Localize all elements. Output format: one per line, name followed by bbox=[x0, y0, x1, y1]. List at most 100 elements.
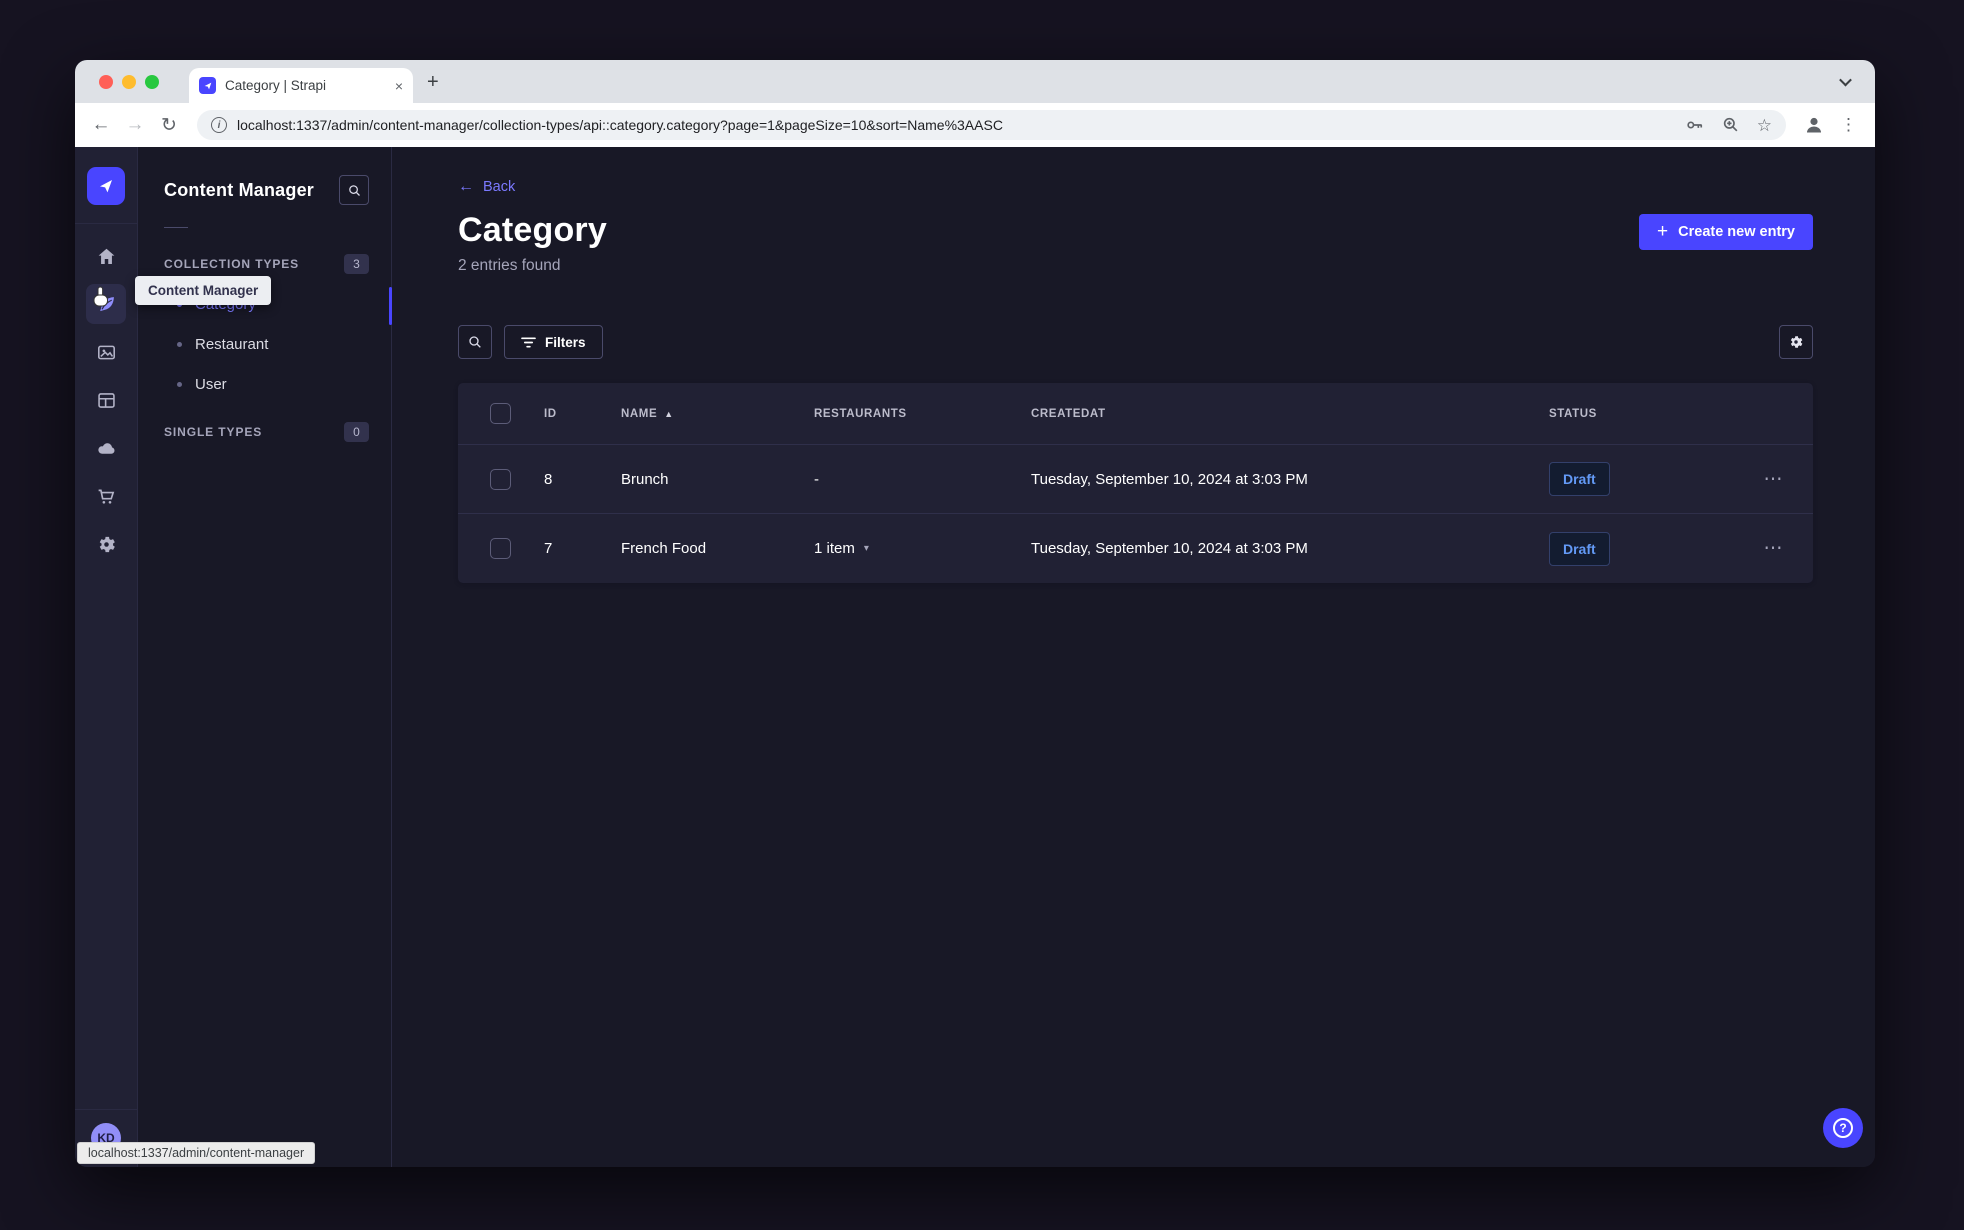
browser-tab-strip: Category | Strapi × + bbox=[75, 60, 1875, 103]
header-id[interactable]: ID bbox=[544, 408, 621, 420]
url-text[interactable]: localhost:1337/admin/content-manager/col… bbox=[237, 117, 1003, 133]
sort-ascending-icon: ▲ bbox=[664, 408, 674, 419]
tab-close-icon[interactable]: × bbox=[395, 78, 403, 94]
page-header: Category 2 entries found + Create new en… bbox=[458, 211, 1813, 275]
collection-types-label: COLLECTION TYPES bbox=[164, 257, 300, 271]
gear-icon bbox=[1790, 336, 1803, 348]
sidebar-item-user[interactable]: User bbox=[164, 364, 369, 404]
row-checkbox[interactable] bbox=[490, 468, 511, 490]
filters-button[interactable]: Filters bbox=[504, 325, 603, 359]
table-search-button[interactable] bbox=[458, 325, 492, 359]
minimize-window-button[interactable] bbox=[122, 74, 136, 89]
profile-avatar-icon[interactable] bbox=[1802, 113, 1826, 137]
cloud-icon bbox=[97, 442, 115, 454]
header-restaurants[interactable]: RESTAURANTS bbox=[814, 408, 1031, 420]
subnav-title: Content Manager bbox=[164, 179, 315, 200]
media-library-icon bbox=[97, 345, 115, 359]
passwords-key-icon[interactable] bbox=[1685, 115, 1705, 135]
close-window-button[interactable] bbox=[99, 74, 113, 89]
subnav-header: Content Manager bbox=[164, 175, 369, 205]
main-content: ← Back Category 2 entries found + Create… bbox=[392, 147, 1875, 1167]
table-header-row: ID NAME ▲ RESTAURANTS CREATEDAT STATUS bbox=[458, 383, 1813, 445]
header-name[interactable]: NAME ▲ bbox=[621, 408, 814, 420]
link-status-bar: localhost:1337/admin/content-manager bbox=[77, 1142, 316, 1164]
row-actions-menu[interactable]: ⋯ bbox=[1734, 537, 1813, 560]
row-checkbox[interactable] bbox=[490, 538, 511, 559]
nav-settings[interactable] bbox=[86, 524, 126, 564]
filter-icon bbox=[521, 336, 536, 348]
forward-button[interactable]: → bbox=[123, 114, 147, 136]
list-controls: Filters bbox=[458, 325, 1813, 359]
rail-divider bbox=[75, 223, 137, 224]
create-new-entry-button[interactable]: + Create new entry bbox=[1639, 214, 1813, 250]
select-all-checkbox[interactable] bbox=[490, 403, 511, 424]
nav-content-type-builder[interactable] bbox=[86, 380, 126, 420]
url-bar-icons: ☆ bbox=[1685, 115, 1772, 135]
table-row[interactable]: 7 French Food 1 item ▾ Tuesday, Septembe… bbox=[458, 514, 1813, 583]
status-badge: Draft bbox=[1549, 531, 1610, 566]
collection-types-count-badge: 3 bbox=[344, 254, 369, 274]
nav-media-library[interactable] bbox=[86, 332, 126, 372]
rail-bottom-divider bbox=[75, 1109, 137, 1110]
strapi-favicon bbox=[199, 77, 216, 94]
desktop-background: { "colors": { "accent": "#4945ff", "link… bbox=[0, 0, 1964, 1230]
collection-types-header: COLLECTION TYPES 3 bbox=[164, 254, 369, 274]
plus-icon: + bbox=[1657, 220, 1669, 242]
nav-marketplace[interactable] bbox=[86, 476, 126, 516]
single-types-label: SINGLE TYPES bbox=[164, 425, 263, 439]
entries-table: ID NAME ▲ RESTAURANTS CREATEDAT STATUS 8 bbox=[458, 383, 1813, 583]
header-status[interactable]: STATUS bbox=[1549, 408, 1734, 420]
search-icon bbox=[469, 336, 481, 348]
tab-title: Category | Strapi bbox=[225, 78, 327, 93]
nav-home[interactable] bbox=[86, 236, 126, 276]
subnav-divider bbox=[164, 227, 188, 228]
site-info-icon[interactable]: i bbox=[211, 117, 227, 133]
cell-createdat: Tuesday, September 10, 2024 at 3:03 PM bbox=[1031, 470, 1308, 488]
subnav-search-button[interactable] bbox=[339, 175, 369, 205]
browser-toolbar: ← → ↻ i localhost:1337/admin/content-man… bbox=[75, 103, 1875, 147]
fullscreen-window-button[interactable] bbox=[145, 74, 159, 89]
marketplace-cart-icon bbox=[98, 489, 114, 504]
header-createdat[interactable]: CREATEDAT bbox=[1031, 408, 1549, 420]
single-types-header: SINGLE TYPES 0 bbox=[164, 422, 369, 442]
browser-menu-icon[interactable]: ⋮ bbox=[1836, 115, 1861, 135]
cell-name: French Food bbox=[621, 540, 707, 557]
row-checkbox-cell bbox=[458, 468, 544, 490]
cell-restaurants: - bbox=[814, 470, 819, 488]
back-link[interactable]: ← Back bbox=[458, 178, 515, 196]
cell-id: 8 bbox=[544, 470, 553, 488]
row-actions-menu[interactable]: ⋯ bbox=[1734, 468, 1813, 491]
header-checkbox-cell bbox=[458, 403, 544, 424]
table-row[interactable]: 8 Brunch - Tuesday, September 10, 2024 a… bbox=[458, 445, 1813, 514]
sidebar-item-restaurant[interactable]: Restaurant bbox=[164, 324, 369, 364]
cell-createdat: Tuesday, September 10, 2024 at 3:03 PM bbox=[1031, 540, 1308, 557]
search-icon bbox=[348, 184, 360, 196]
cell-restaurants[interactable]: 1 item ▾ bbox=[814, 540, 1031, 557]
entries-count: 2 entries found bbox=[458, 257, 561, 274]
page-title: Category bbox=[458, 211, 607, 249]
reload-button[interactable]: ↻ bbox=[157, 114, 181, 137]
zoom-in-icon[interactable] bbox=[1721, 115, 1741, 135]
question-mark-icon: ? bbox=[1833, 1118, 1853, 1138]
strapi-logo[interactable] bbox=[87, 167, 125, 205]
view-settings-button[interactable] bbox=[1779, 325, 1813, 359]
settings-gear-icon bbox=[99, 536, 115, 552]
content-type-builder-icon bbox=[97, 392, 115, 408]
back-label: Back bbox=[483, 179, 516, 195]
back-button[interactable]: ← bbox=[89, 114, 113, 136]
nav-cloud[interactable] bbox=[86, 428, 126, 468]
help-button[interactable]: ? bbox=[1823, 1108, 1863, 1148]
bookmark-star-icon[interactable]: ☆ bbox=[1757, 117, 1772, 134]
url-bar[interactable]: i localhost:1337/admin/content-manager/c… bbox=[197, 110, 1786, 140]
caret-down-icon: ▾ bbox=[863, 543, 869, 554]
browser-tab[interactable]: Category | Strapi × bbox=[189, 68, 413, 103]
chevron-down-icon bbox=[1838, 73, 1852, 87]
status-badge: Draft bbox=[1549, 462, 1610, 496]
tab-search-button[interactable] bbox=[1831, 68, 1859, 96]
bullet-icon bbox=[177, 341, 182, 347]
home-icon bbox=[98, 248, 114, 264]
cell-id: 7 bbox=[544, 540, 553, 557]
hand-cursor-icon bbox=[93, 286, 108, 307]
browser-window: Category | Strapi × + ← → ↻ i localhost:… bbox=[75, 60, 1875, 1167]
new-tab-button[interactable]: + bbox=[427, 72, 439, 92]
